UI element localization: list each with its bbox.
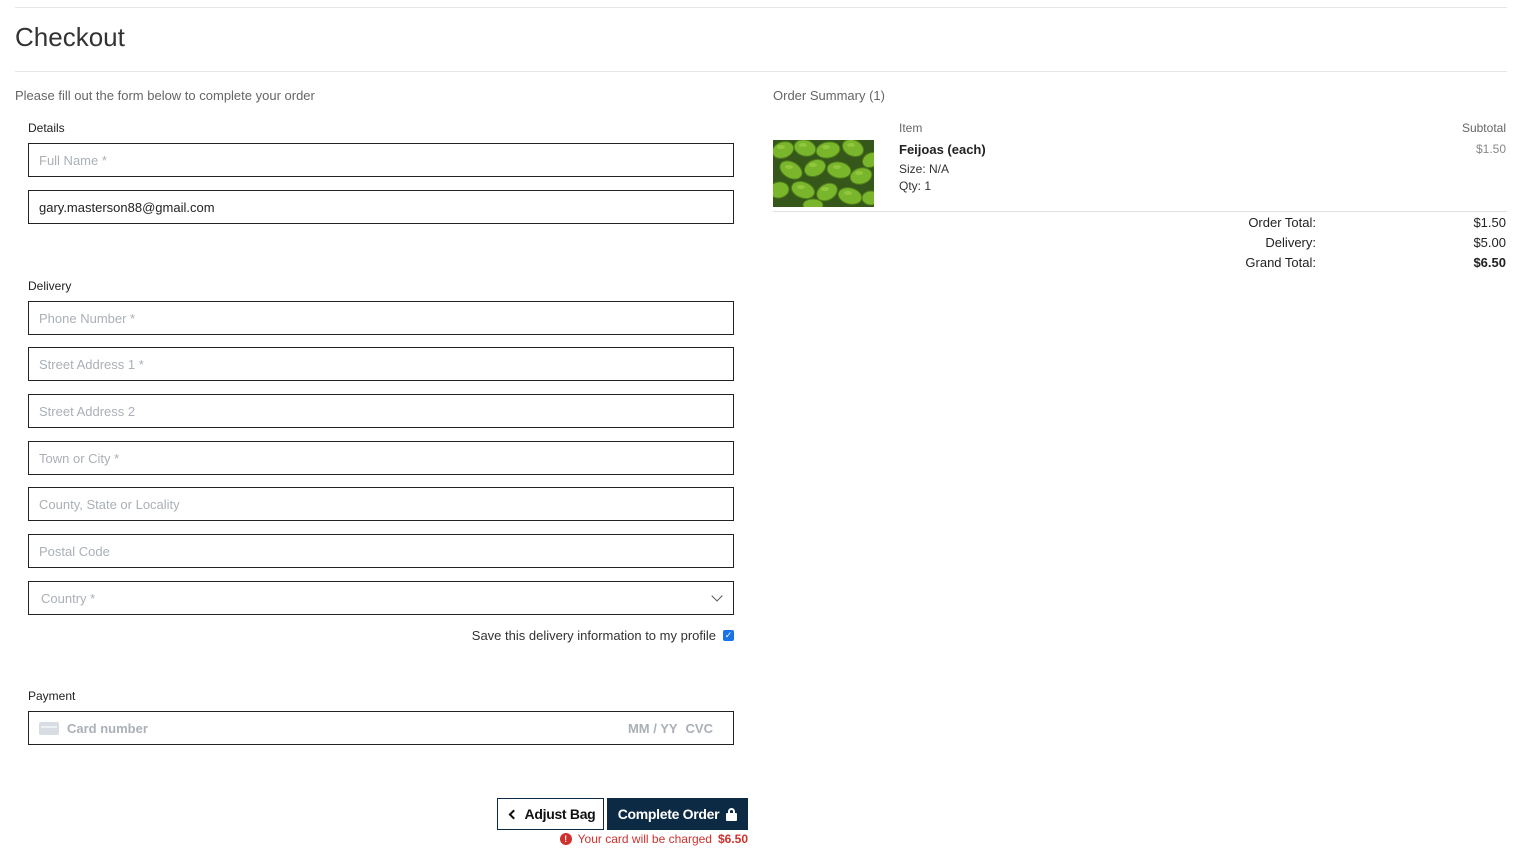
feijoa-image [773, 140, 874, 207]
product-name: Feijoas (each) [899, 142, 986, 157]
chevron-left-icon [508, 809, 518, 819]
card-number-area[interactable]: Card number [39, 721, 148, 736]
product-subtotal: $1.50 [1475, 142, 1506, 156]
full-name-field[interactable] [28, 143, 734, 177]
save-info-checkbox[interactable]: ✓ [723, 630, 734, 641]
item-column-header: Item [899, 121, 923, 135]
order-summary-title: Order Summary (1) [773, 88, 885, 103]
card-expiry-placeholder[interactable]: MM / YY [628, 721, 678, 736]
save-info-label: Save this delivery information to my pro… [471, 628, 716, 643]
delivery-label: Delivery [28, 279, 72, 293]
product-image[interactable] [773, 140, 874, 207]
card-element[interactable]: Card number MM / YY CVC [28, 711, 734, 745]
delivery-cost-label: Delivery: [1265, 235, 1316, 250]
street-address-2-input[interactable] [39, 403, 723, 419]
country-select[interactable]: Country * [28, 581, 734, 615]
product-size: Size: N/A [899, 162, 950, 176]
page-title: Checkout [15, 22, 125, 52]
full-name-input[interactable] [39, 152, 723, 168]
adjust-bag-button[interactable]: Adjust Bag [497, 798, 604, 830]
county-input[interactable] [39, 496, 723, 512]
chevron-down-icon [711, 589, 723, 602]
country-select-value: Country * [41, 590, 96, 606]
card-number-placeholder: Card number [67, 720, 148, 736]
form-intro: Please fill out the form below to comple… [15, 88, 315, 103]
email-field[interactable] [28, 190, 734, 224]
card-meta: MM / YY CVC [628, 721, 713, 736]
charge-notice-text: Your card will be charged [577, 832, 712, 846]
email-input[interactable] [39, 199, 723, 215]
subtotal-column-header: Subtotal [1461, 121, 1506, 135]
town-field[interactable] [28, 441, 734, 475]
grand-total-label: Grand Total: [1245, 255, 1316, 270]
charge-amount: $6.50 [717, 832, 748, 846]
street-address-1-input[interactable] [39, 356, 723, 372]
postcode-field[interactable] [28, 534, 734, 568]
street-address-1-field[interactable] [28, 347, 734, 381]
street-address-2-field[interactable] [28, 394, 734, 428]
alert-icon: ! [559, 833, 572, 845]
phone-field[interactable] [28, 301, 734, 335]
details-label: Details [28, 121, 65, 135]
summary-divider [773, 211, 1507, 212]
adjust-bag-label: Adjust Bag [524, 806, 596, 822]
credit-card-icon [39, 721, 59, 735]
totals-labels: Order Total: Delivery: Grand Total: [1245, 213, 1316, 273]
complete-order-button[interactable]: Complete Order [607, 798, 748, 830]
complete-order-label: Complete Order [617, 806, 720, 822]
totals-values: $1.50 $5.00 $6.50 [1473, 213, 1506, 273]
card-cvc-placeholder[interactable]: CVC [686, 721, 713, 736]
town-input[interactable] [39, 450, 723, 466]
postcode-input[interactable] [39, 543, 723, 559]
phone-input[interactable] [39, 310, 723, 326]
product-qty: Qty: 1 [899, 179, 932, 193]
county-field[interactable] [28, 487, 734, 521]
charge-notice: ! Your card will be charged $6.50 [559, 832, 748, 846]
grand-total-value: $6.50 [1473, 255, 1506, 270]
payment-label: Payment [28, 689, 76, 703]
order-total-value: $1.50 [1473, 215, 1506, 230]
lock-icon [726, 807, 738, 821]
save-info-row: Save this delivery information to my pro… [28, 628, 734, 643]
order-total-label: Order Total: [1248, 215, 1316, 230]
title-divider [15, 71, 1507, 72]
top-divider [15, 7, 1507, 8]
delivery-cost-value: $5.00 [1473, 235, 1506, 250]
